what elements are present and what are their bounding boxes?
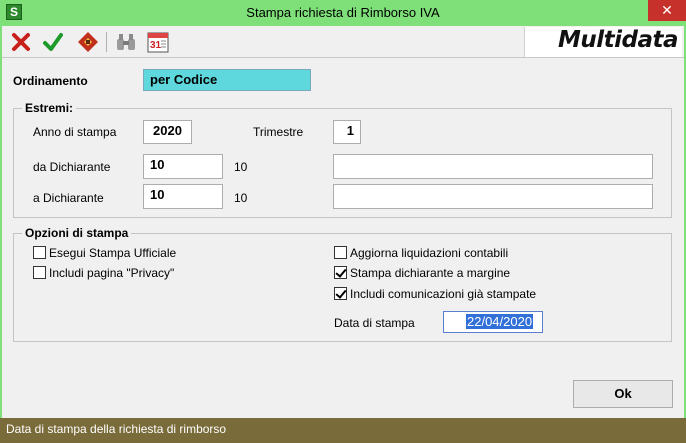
a-dichiarante-label: a Dichiarante [33,191,104,205]
da-dichiarante-code: 10 [234,160,248,174]
cancel-icon[interactable] [10,31,32,53]
data-stampa-field[interactable]: 22/04/2020 [443,311,543,333]
ordinamento-label: Ordinamento [13,74,88,88]
data-stampa-value: 22/04/2020 [466,314,534,329]
da-dichiarante-field[interactable]: 10 [143,154,223,179]
a-dichiarante-code: 10 [234,191,248,205]
dialog-window: Stampa richiesta di Rimborso IVA ✕ 31 Mu… [0,0,686,443]
ok-button[interactable]: Ok [573,380,673,408]
anno-label: Anno di stampa [33,125,117,139]
includi-privacy-label[interactable]: Includi pagina "Privacy" [49,266,174,280]
includi-comunicazioni-label[interactable]: Includi comunicazioni già stampate [350,287,536,301]
esegui-stampa-ufficiale-checkbox[interactable] [33,246,46,259]
opzioni-group-title: Opzioni di stampa [22,226,132,240]
status-text: Data di stampa della richiesta di rimbor… [6,422,227,436]
esegui-stampa-ufficiale-label[interactable]: Esegui Stampa Ufficiale [49,246,176,260]
binoculars-icon[interactable] [115,31,137,53]
logo-text: Multidata [557,27,679,53]
window-title: Stampa richiesta di Rimborso IVA [246,5,440,20]
estremi-group-title: Estremi: [22,101,77,115]
ordinamento-field[interactable]: per Codice [143,69,311,91]
includi-privacy-checkbox[interactable] [33,266,46,279]
toolbar-separator [106,32,107,52]
trimestre-field[interactable]: 1 [333,120,361,144]
a-dichiarante-field[interactable]: 10 [143,184,223,209]
includi-comunicazioni-checkbox[interactable] [334,287,347,300]
stampa-dichiarante-margine-checkbox[interactable] [334,266,347,279]
toolbar: 31 Multidata [2,26,684,58]
data-stampa-label: Data di stampa [334,316,415,330]
da-dichiarante-description[interactable] [333,154,653,179]
title-bar[interactable]: Stampa richiesta di Rimborso IVA ✕ [0,0,686,26]
status-bar: Data di stampa della richiesta di rimbor… [0,418,686,443]
calendar-icon[interactable]: 31 [147,31,169,53]
client-area: 31 Multidata Ordinamento per Codice Estr… [2,26,684,441]
aggiorna-liquidazioni-checkbox[interactable] [334,246,347,259]
aggiorna-liquidazioni-label[interactable]: Aggiorna liquidazioni contabili [350,246,508,260]
trimestre-label: Trimestre [253,125,304,139]
da-dichiarante-label: da Dichiarante [33,160,111,174]
a-dichiarante-description[interactable] [333,184,653,209]
stampa-dichiarante-margine-label[interactable]: Stampa dichiarante a margine [350,266,510,280]
multidata-logo: Multidata [524,27,682,57]
close-button[interactable]: ✕ [648,0,686,21]
anno-field[interactable]: 2020 [143,120,192,144]
confirm-check-icon[interactable] [42,31,64,53]
svg-text:31: 31 [150,40,162,51]
print-preview-icon[interactable] [77,31,99,53]
